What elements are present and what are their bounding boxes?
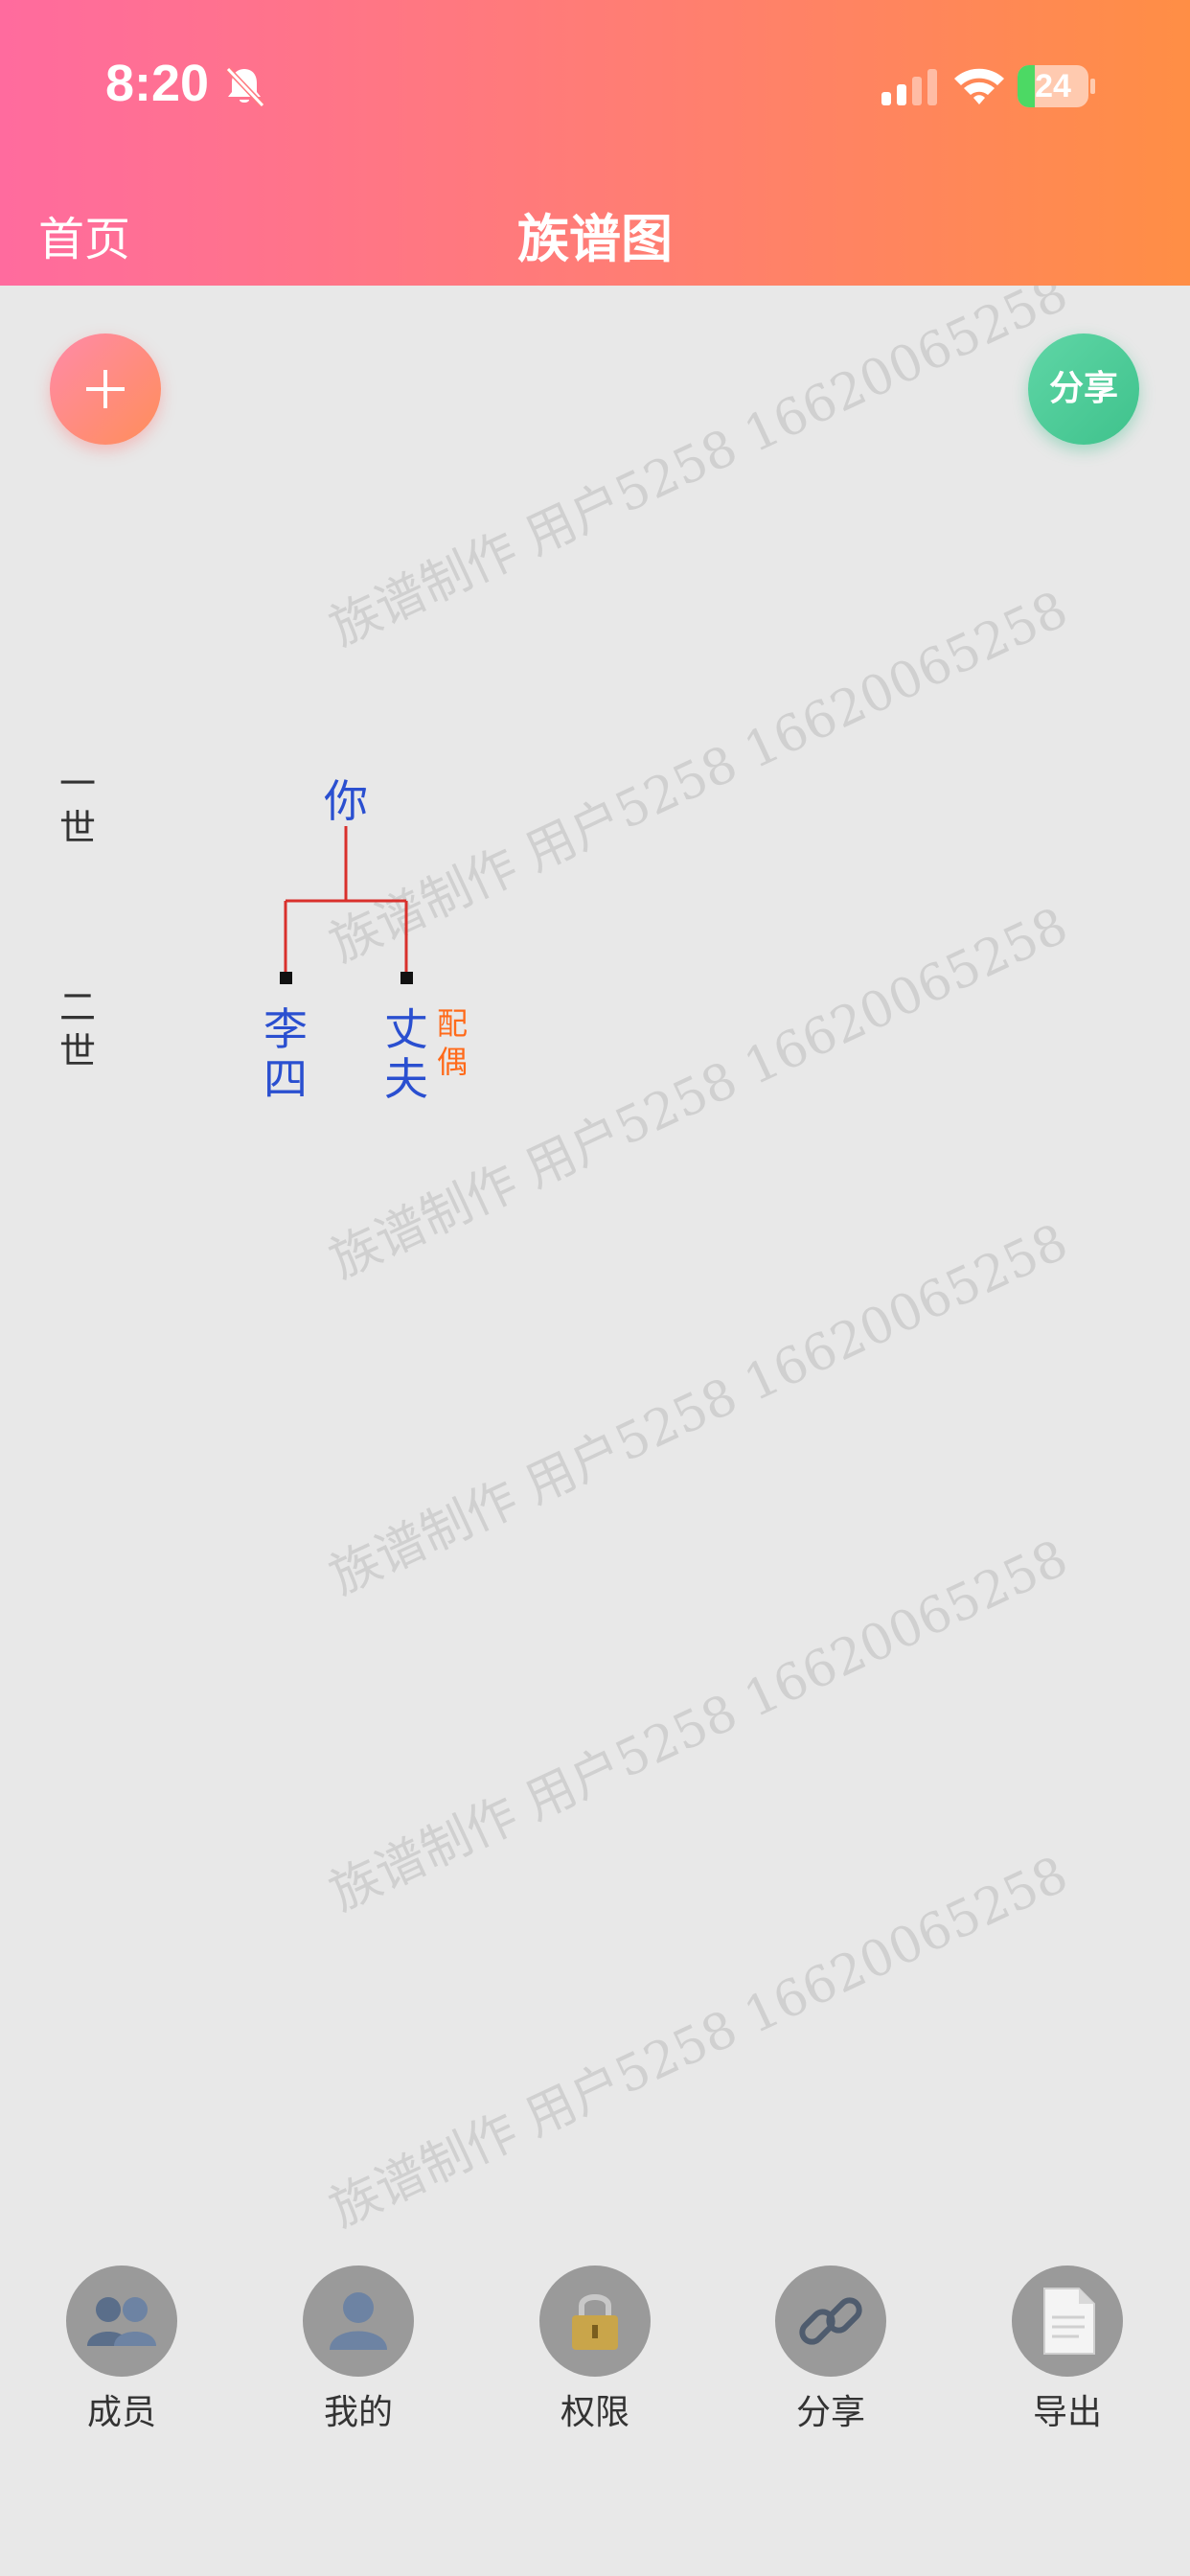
family-tree-canvas[interactable]: 族谱制作 用户5258 16620065258 族谱制作 用户5258 1662… (0, 286, 1190, 2231)
watermark: 族谱制作 用户5258 16620065258 (321, 286, 1077, 658)
generation-label-1: 一世 (58, 763, 96, 849)
wifi-icon (954, 68, 1004, 104)
bottom-tab-bar: 成员 我的 权限 分享 导出 (0, 2231, 1190, 2576)
plus-icon (86, 370, 125, 408)
members-icon (87, 2297, 156, 2346)
bell-muted-icon (225, 66, 265, 108)
cellular-signal-icon (881, 69, 937, 105)
header: 8:20 24 首页 族谱图 (0, 0, 1190, 286)
tab-members[interactable]: 成员 (26, 2266, 217, 2434)
tab-label: 权限 (560, 2393, 629, 2432)
link-icon (799, 2297, 862, 2345)
share-button[interactable]: 分享 (1028, 334, 1139, 445)
watermark: 族谱制作 用户5258 16620065258 (321, 1530, 1077, 1923)
tab-label: 分享 (795, 2393, 865, 2432)
document-icon (1043, 2288, 1095, 2355)
tab-export[interactable]: 导出 (972, 2266, 1163, 2434)
tab-share[interactable]: 分享 (735, 2266, 927, 2434)
battery-indicator: 24 (1018, 65, 1095, 107)
user-icon (330, 2292, 387, 2350)
watermark: 族谱制作 用户5258 16620065258 (321, 581, 1077, 975)
add-member-button[interactable] (50, 334, 161, 445)
spouse-badge: 配偶 (436, 1005, 468, 1080)
tab-mine[interactable]: 我的 (263, 2266, 454, 2434)
member-child-2[interactable]: 丈夫 (378, 1004, 435, 1104)
watermark: 族谱制作 用户5258 16620065258 (321, 1213, 1077, 1607)
page-title: 族谱图 (517, 209, 673, 269)
lock-icon (572, 2294, 618, 2350)
member-child-1[interactable]: 李四 (257, 1004, 314, 1104)
tab-label: 成员 (86, 2393, 156, 2432)
battery-percentage: 24 (1035, 68, 1071, 104)
tab-label: 导出 (1032, 2393, 1102, 2432)
tab-permissions[interactable]: 权限 (499, 2266, 691, 2434)
tab-label: 我的 (323, 2393, 393, 2432)
watermark: 族谱制作 用户5258 16620065258 (321, 1846, 1077, 2231)
member-root[interactable]: 你 (317, 776, 375, 826)
status-time: 8:20 (105, 55, 210, 112)
generation-label-2: 二世 (58, 986, 96, 1072)
